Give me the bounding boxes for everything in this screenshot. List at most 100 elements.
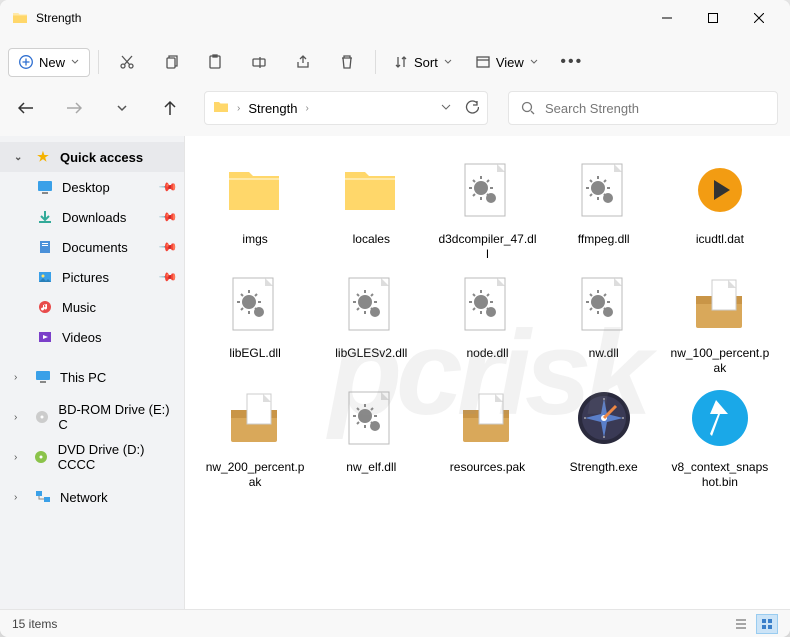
statusbar: 15 items xyxy=(0,609,790,637)
sidebar-item-pictures[interactable]: Pictures 📌 xyxy=(0,262,184,292)
search-input[interactable]: Search Strength xyxy=(508,91,778,125)
pictures-icon xyxy=(36,270,54,284)
dll-icon xyxy=(335,382,407,454)
dll-icon xyxy=(451,268,523,340)
file-item[interactable]: imgs xyxy=(199,154,311,262)
chevron-right-icon: › xyxy=(237,103,240,114)
file-item[interactable]: nw_elf.dll xyxy=(315,382,427,490)
chevron-down-icon: ⌄ xyxy=(14,152,26,163)
forward-button[interactable] xyxy=(60,94,88,122)
videos-icon xyxy=(36,330,54,344)
cut-button[interactable] xyxy=(107,44,147,80)
dll-icon xyxy=(335,268,407,340)
dat-icon xyxy=(684,154,756,226)
chevron-right-icon: › xyxy=(306,103,309,114)
download-icon xyxy=(36,210,54,224)
status-count: 15 items xyxy=(12,617,57,631)
view-menu[interactable]: View xyxy=(466,49,548,76)
bin-icon xyxy=(684,382,756,454)
disc-icon xyxy=(33,410,50,424)
file-item[interactable]: nw_100_percent.pak xyxy=(664,268,776,376)
sidebar-item-label: DVD Drive (D:) CCCC xyxy=(58,442,176,472)
dll-icon xyxy=(568,154,640,226)
sidebar: ⌄ ★ Quick access Desktop 📌 Downloads 📌 D… xyxy=(0,136,185,609)
more-button[interactable]: ••• xyxy=(552,44,592,80)
address-bar[interactable]: › Strength › xyxy=(204,91,488,125)
file-item[interactable]: node.dll xyxy=(431,268,543,376)
sidebar-item-videos[interactable]: Videos xyxy=(0,322,184,352)
chevron-down-icon[interactable] xyxy=(441,100,451,117)
delete-button[interactable] xyxy=(327,44,367,80)
close-button[interactable] xyxy=(736,2,782,34)
rename-button[interactable] xyxy=(239,44,279,80)
chevron-right-icon: › xyxy=(14,492,26,503)
sidebar-item-desktop[interactable]: Desktop 📌 xyxy=(0,172,184,202)
new-button[interactable]: New xyxy=(8,48,90,77)
file-label: ffmpeg.dll xyxy=(578,232,630,247)
separator xyxy=(98,50,99,74)
sidebar-item-network[interactable]: › Network xyxy=(0,482,184,512)
paste-button[interactable] xyxy=(195,44,235,80)
icons-view-button[interactable] xyxy=(756,614,778,634)
disc-icon xyxy=(33,450,50,464)
exe-icon xyxy=(568,382,640,454)
sidebar-item-this-pc[interactable]: › This PC xyxy=(0,362,184,392)
up-button[interactable] xyxy=(156,94,184,122)
minimize-button[interactable] xyxy=(644,2,690,34)
sidebar-item-label: Downloads xyxy=(62,210,126,225)
file-label: nw_100_percent.pak xyxy=(670,346,770,376)
sidebar-item-music[interactable]: Music xyxy=(0,292,184,322)
file-item[interactable]: libGLESv2.dll xyxy=(315,268,427,376)
content-area: pcrisk imgslocalesd3dcompiler_47.dllffmp… xyxy=(185,136,790,609)
maximize-button[interactable] xyxy=(690,2,736,34)
file-item[interactable]: Strength.exe xyxy=(548,382,660,490)
file-item[interactable]: nw_200_percent.pak xyxy=(199,382,311,490)
file-label: icudtl.dat xyxy=(696,232,744,247)
file-label: locales xyxy=(353,232,390,247)
share-button[interactable] xyxy=(283,44,323,80)
sidebar-item-label: Quick access xyxy=(60,150,143,165)
chevron-right-icon: › xyxy=(14,372,26,383)
pc-icon xyxy=(34,370,52,384)
file-item[interactable]: locales xyxy=(315,154,427,262)
back-button[interactable] xyxy=(12,94,40,122)
file-label: node.dll xyxy=(466,346,508,361)
dll-icon xyxy=(451,154,523,226)
breadcrumb-item[interactable]: Strength xyxy=(248,101,297,116)
sidebar-item-downloads[interactable]: Downloads 📌 xyxy=(0,202,184,232)
file-item[interactable]: v8_context_snapshot.bin xyxy=(664,382,776,490)
view-label: View xyxy=(496,55,524,70)
chevron-right-icon: › xyxy=(14,412,25,423)
file-item[interactable]: resources.pak xyxy=(431,382,543,490)
details-view-button[interactable] xyxy=(730,614,752,634)
dll-icon xyxy=(568,268,640,340)
sidebar-item-documents[interactable]: Documents 📌 xyxy=(0,232,184,262)
star-icon: ★ xyxy=(34,149,52,165)
copy-button[interactable] xyxy=(151,44,191,80)
search-icon xyxy=(521,101,535,115)
file-item[interactable]: ffmpeg.dll xyxy=(548,154,660,262)
file-label: resources.pak xyxy=(450,460,525,475)
sidebar-item-label: Pictures xyxy=(62,270,109,285)
titlebar: Strength xyxy=(0,0,790,36)
chevron-right-icon: › xyxy=(14,452,25,463)
file-item[interactable]: nw.dll xyxy=(548,268,660,376)
recent-button[interactable] xyxy=(108,94,136,122)
file-label: libEGL.dll xyxy=(229,346,280,361)
file-item[interactable]: d3dcompiler_47.dll xyxy=(431,154,543,262)
sidebar-item-label: Videos xyxy=(62,330,102,345)
new-label: New xyxy=(39,55,65,70)
sidebar-item-dvd[interactable]: › DVD Drive (D:) CCCC xyxy=(0,442,184,472)
sort-menu[interactable]: Sort xyxy=(384,49,462,76)
pak-icon xyxy=(219,382,291,454)
sidebar-item-label: Network xyxy=(60,490,108,505)
sidebar-quick-access[interactable]: ⌄ ★ Quick access xyxy=(0,142,184,172)
refresh-button[interactable] xyxy=(465,100,479,117)
sidebar-item-bdrom[interactable]: › BD-ROM Drive (E:) C xyxy=(0,402,184,432)
file-item[interactable]: libEGL.dll xyxy=(199,268,311,376)
file-item[interactable]: icudtl.dat xyxy=(664,154,776,262)
file-label: imgs xyxy=(242,232,267,247)
file-label: nw_elf.dll xyxy=(346,460,396,475)
pak-icon xyxy=(451,382,523,454)
sidebar-item-label: Music xyxy=(62,300,96,315)
